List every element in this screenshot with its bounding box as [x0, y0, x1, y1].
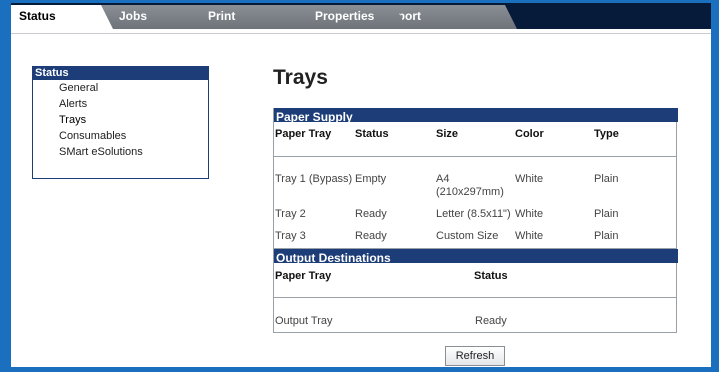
sidebar-nav: Status General Alerts Trays Consumables … [32, 66, 209, 179]
column-header: Type [594, 128, 619, 140]
table-cell: Tray 3 [275, 230, 306, 242]
sidebar-item-trays[interactable]: Trays [33, 112, 208, 128]
tab-properties-label: Properties [315, 9, 375, 23]
tab-status-label: Status [19, 9, 56, 23]
tab-status[interactable]: Status [11, 5, 113, 29]
table-cell: Output Tray [275, 315, 333, 327]
sidebar-heading: Status [33, 67, 208, 80]
divider [11, 33, 711, 34]
column-header: Size [436, 128, 459, 140]
divider [274, 297, 676, 298]
tab-properties[interactable]: Properties [277, 5, 407, 29]
status-cell: Ready [355, 208, 387, 220]
table-cell: Custom Size [436, 230, 499, 242]
column-header: Status [355, 128, 389, 140]
tab-bar: Support Properties Print Jobs Status [11, 3, 711, 29]
column-header: Status [474, 270, 508, 282]
sidebar-item-consumables[interactable]: Consumables [33, 128, 208, 144]
column-header: Paper Tray [275, 270, 332, 282]
table-cell: Letter (8.5x11") [436, 208, 511, 220]
divider [274, 156, 676, 157]
table-cell: White [515, 230, 544, 242]
table-cell: (210x297mm) [436, 186, 504, 198]
paper-supply-heading: Paper Supply [274, 108, 678, 124]
table-cell: White [515, 208, 544, 220]
table-cell: Tray 1 (Bypass) [275, 173, 353, 185]
table-cell: Tray 2 [275, 208, 306, 220]
column-header: Paper Tray [275, 128, 332, 140]
refresh-button[interactable]: Refresh [445, 346, 505, 366]
sidebar-item-alerts[interactable]: Alerts [33, 96, 208, 112]
table-cell: Plain [594, 230, 619, 242]
status-cell: Ready [475, 315, 507, 327]
sidebar-item-smart-esolutions[interactable]: SMart eSolutions [33, 144, 208, 160]
output-destinations-table: Output Destinations Paper Tray Status Ou… [273, 249, 678, 333]
table-cell: A4 [436, 173, 450, 185]
tab-jobs[interactable]: Jobs [101, 5, 214, 29]
sidebar-item-general[interactable]: General [33, 80, 208, 96]
paper-supply-table: Paper Supply Paper Tray Status Size Colo… [273, 108, 678, 249]
table-cell: White [515, 173, 544, 185]
status-cell: Ready [355, 230, 387, 242]
table-cell: Plain [594, 173, 619, 185]
column-header: Color [515, 128, 544, 140]
output-destinations-heading: Output Destinations [274, 249, 678, 265]
tab-jobs-label: Jobs [119, 9, 148, 23]
status-cell: Empty [355, 173, 387, 185]
table-cell: Plain [594, 208, 619, 220]
page-title: Trays [273, 66, 328, 89]
